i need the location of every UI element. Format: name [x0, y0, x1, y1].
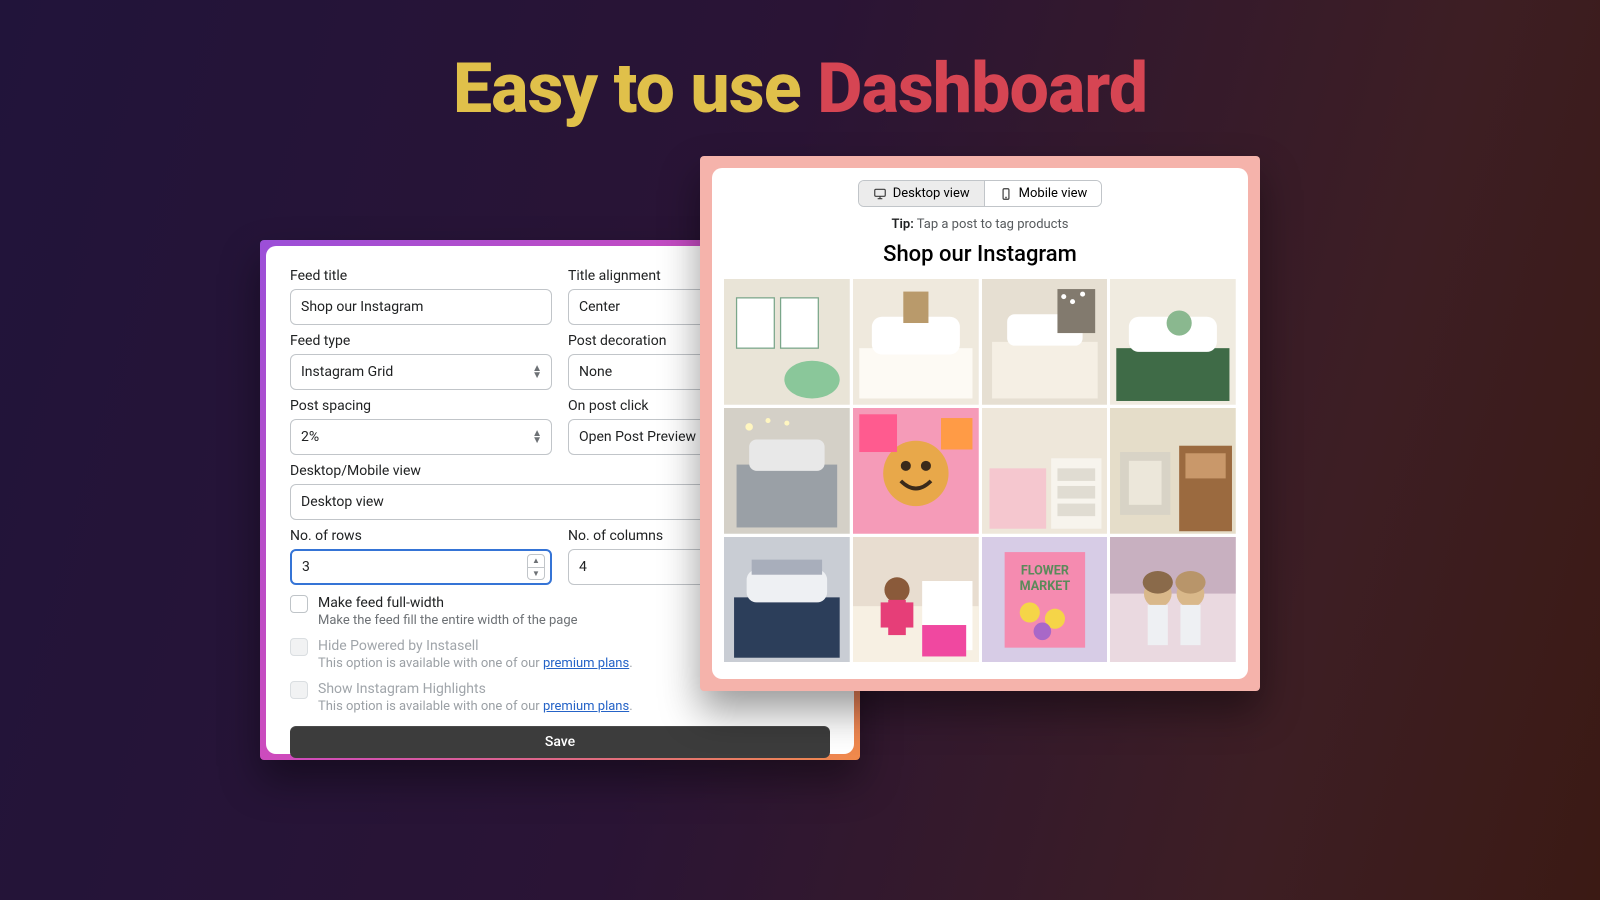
preview-panel-frame: Desktop view Mobile view Tip: Tap a post… [700, 156, 1260, 691]
grid-post[interactable] [982, 408, 1108, 534]
preview-feed-title: Shop our Instagram [724, 242, 1236, 267]
page-headline: Easy to use Dashboard [0, 0, 1600, 130]
chevron-updown-icon: ▲▼ [532, 430, 542, 444]
feed-title-label: Feed title [290, 268, 552, 284]
post-spacing-label: Post spacing [290, 398, 552, 414]
view-toggle: Desktop view Mobile view [858, 180, 1103, 207]
show-highlights-label: Show Instagram Highlights [318, 681, 633, 697]
post-spacing-select[interactable]: 2% ▲▼ [290, 419, 552, 455]
grid-post[interactable] [853, 537, 979, 663]
stepper-icon[interactable]: ▲▼ [527, 554, 545, 580]
premium-plans-link[interactable]: premium plans [543, 699, 629, 714]
mobile-view-tab[interactable]: Mobile view [985, 181, 1102, 206]
grid-post[interactable] [853, 408, 979, 534]
premium-plans-link[interactable]: premium plans [543, 656, 629, 671]
grid-post[interactable] [982, 279, 1108, 405]
headline-part1: Easy to use [453, 48, 817, 130]
grid-post[interactable] [724, 279, 850, 405]
desktop-view-tab[interactable]: Desktop view [859, 181, 984, 206]
checkbox-icon [290, 638, 308, 656]
feed-title-input[interactable]: Shop our Instagram [290, 289, 552, 325]
grid-post[interactable] [853, 279, 979, 405]
no-of-rows-input[interactable]: 3 ▲▼ [290, 549, 552, 585]
instagram-grid: FLOWERMARKET [724, 279, 1236, 662]
hide-powered-sublabel: This option is available with one of our… [318, 656, 633, 671]
chevron-updown-icon: ▲▼ [532, 365, 542, 379]
tip-row: Tip: Tap a post to tag products [724, 217, 1236, 232]
save-button[interactable]: Save [290, 726, 830, 758]
headline-part2: Dashboard [817, 48, 1147, 130]
mobile-icon [999, 187, 1013, 201]
grid-post[interactable] [724, 408, 850, 534]
no-of-rows-label: No. of rows [290, 528, 552, 544]
tip-text: Tap a post to tag products [917, 217, 1069, 232]
show-highlights-sublabel: This option is available with one of our… [318, 699, 633, 714]
desktop-icon [873, 187, 887, 201]
checkbox-icon [290, 681, 308, 699]
full-width-sublabel: Make the feed fill the entire width of t… [318, 613, 578, 628]
feed-type-select[interactable]: Instagram Grid ▲▼ [290, 354, 552, 390]
grid-post[interactable] [724, 537, 850, 663]
grid-post[interactable] [1110, 279, 1236, 405]
feed-type-label: Feed type [290, 333, 552, 349]
svg-text:FLOWER: FLOWER [1020, 563, 1068, 578]
hide-powered-label: Hide Powered by Instasell [318, 638, 633, 654]
preview-panel: Desktop view Mobile view Tip: Tap a post… [712, 168, 1248, 679]
checkbox-icon[interactable] [290, 595, 308, 613]
tip-label: Tip: [892, 217, 914, 232]
svg-text:MARKET: MARKET [1019, 578, 1070, 593]
grid-post[interactable] [1110, 537, 1236, 663]
full-width-label: Make feed full-width [318, 595, 578, 611]
grid-post[interactable] [1110, 408, 1236, 534]
grid-post[interactable]: FLOWERMARKET [982, 537, 1108, 663]
